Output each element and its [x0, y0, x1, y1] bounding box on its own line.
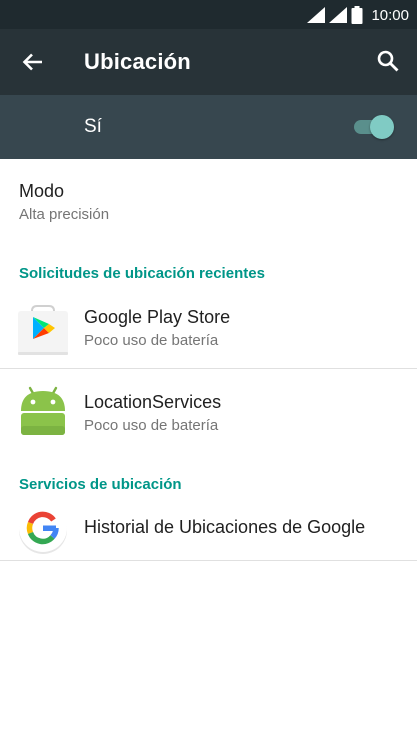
status-time: 10:00 — [371, 6, 409, 24]
list-item-google-location-history[interactable]: Historial de Ubicaciones de Google — [0, 498, 417, 560]
app-battery-usage: Poco uso de batería — [84, 332, 219, 349]
signal-icon — [307, 7, 326, 23]
divider — [0, 560, 417, 561]
location-services-header: Servicios de ubicación — [19, 476, 182, 493]
android-icon — [21, 386, 65, 435]
list-item-google-play-store[interactable]: Google Play Store Poco uso de batería — [0, 291, 417, 369]
recent-requests-header: Solicitudes de ubicación recientes — [19, 265, 265, 282]
google-g-icon — [19, 504, 67, 554]
arrow-left-icon[interactable] — [18, 47, 48, 77]
master-switch-label: Sí — [84, 116, 102, 137]
search-icon[interactable] — [373, 46, 403, 76]
battery-icon — [351, 6, 363, 24]
toggle-thumb — [370, 115, 394, 139]
status-bar: 10:00 — [0, 0, 417, 29]
page-title: Ubicación — [84, 49, 191, 74]
status-icons: 10:00 — [307, 5, 409, 25]
signal-icon — [329, 7, 348, 23]
mode-row[interactable]: Modo Alta precisión — [0, 159, 417, 241]
app-name: LocationServices — [84, 392, 222, 412]
app-bar: Ubicación — [0, 29, 417, 95]
service-name: Historial de Ubicaciones de Google — [84, 517, 366, 537]
app-name: Google Play Store — [84, 307, 231, 327]
list-item-location-services[interactable]: LocationServices Poco uso de batería — [0, 369, 417, 453]
mode-value: Alta precisión — [19, 206, 110, 223]
location-toggle[interactable] — [354, 113, 396, 141]
mode-title: Modo — [19, 181, 65, 201]
google-play-store-icon — [18, 305, 68, 355]
app-battery-usage: Poco uso de batería — [84, 417, 219, 434]
